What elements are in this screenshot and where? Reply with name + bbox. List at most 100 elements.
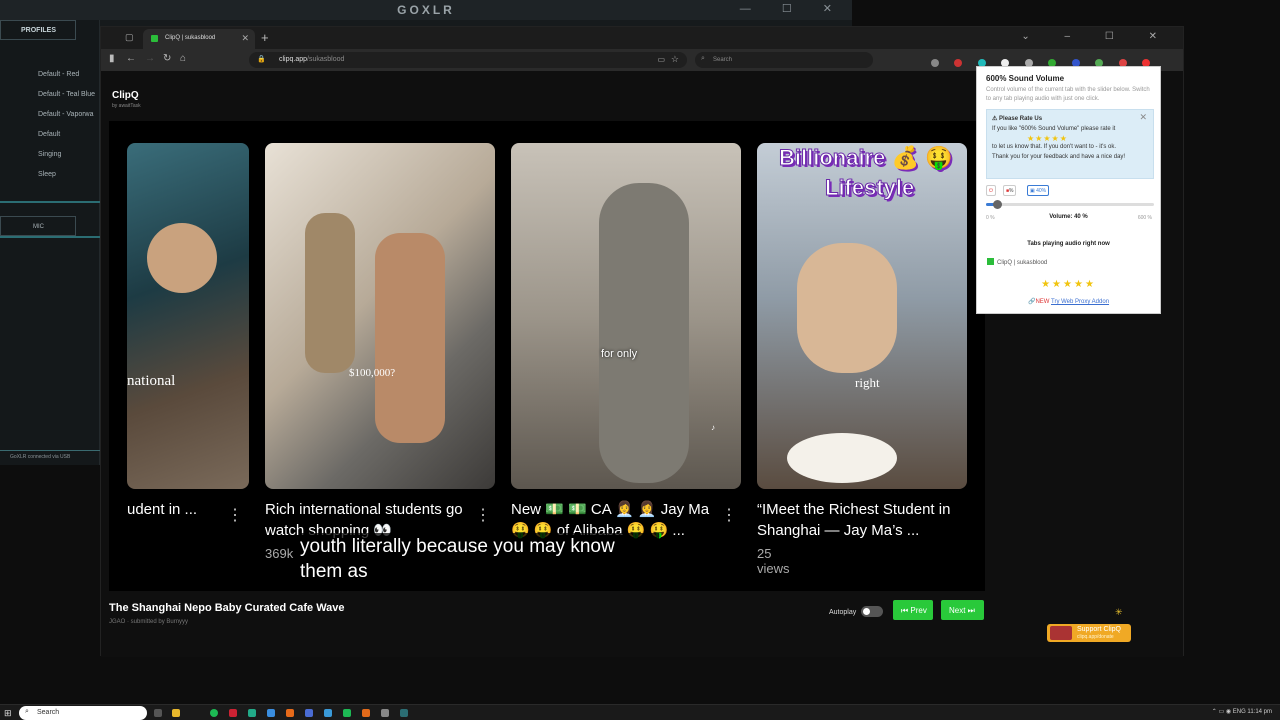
video-channel[interactable]: JGAO [109,619,125,625]
profile-item[interactable]: Default - Vaporwa [38,111,94,118]
power-icon[interactable]: ⏻ [986,185,996,196]
brand-title[interactable]: ClipQ [112,90,139,101]
app-icon[interactable] [305,709,313,717]
task-view-icon[interactable] [154,709,162,717]
profile-item[interactable]: Default - Red [38,71,79,78]
rating-stars[interactable]: ★★★★★ [977,279,1160,290]
reader-icon[interactable]: ▭ [657,55,665,64]
taskbar-search-label: Search [37,709,60,716]
goxlr-title: GOXLR [0,0,852,20]
tab-clipq[interactable]: ClipQ | sukasblood ✕ [143,29,255,49]
tab-title: ClipQ | sukasblood [165,35,216,41]
clipq-favicon-icon [987,258,994,265]
close-icon[interactable]: ✕ [1139,112,1147,122]
sound-volume-popup: 600% Sound Volume Control volume of the … [976,66,1161,314]
more-options-icon[interactable]: ⋮ [475,505,491,525]
video-thumbnail[interactable]: for only ♪ [511,143,741,489]
rating-stars[interactable]: ★★★★★ [1027,134,1068,144]
thumbnail-overlay-text: national [127,373,176,389]
sidebar-icon[interactable]: ▮ [109,53,115,64]
app-icon[interactable] [229,709,237,717]
taskbar: ⊞ ⌕ Search ⌃ ▭ ◉ ENG 11:14 pm [0,704,1280,720]
profile-item[interactable]: Sleep [38,171,56,178]
sparkle-icon: ✳ [1115,607,1123,617]
forward-icon[interactable]: → [145,53,155,64]
video-card-title[interactable]: “IMeet the Richest Student in Shanghai —… [757,499,962,541]
mute-button[interactable]: ■% [1003,185,1017,196]
prev-button[interactable]: ⏮ Prev [893,600,933,620]
thumbnail-figure [147,223,217,293]
autoplay-label: Autoplay [829,609,857,616]
back-icon[interactable]: ← [126,53,136,64]
search-bar[interactable]: ⌕ Search [695,52,873,68]
video-thumbnail[interactable]: $100,000? [265,143,495,489]
url-path: /sukasblood [307,56,345,63]
autoplay-toggle[interactable] [861,606,883,617]
video-thumbnail[interactable]: national [127,143,249,489]
extension-icon[interactable] [954,59,963,67]
home-icon[interactable]: ⌂ [180,53,186,64]
support-image-icon [1050,626,1072,640]
rate-text: Thank you for your feedback and have a n… [992,154,1126,160]
volume-slider-handle[interactable] [993,200,1003,209]
thumbnail-figure [599,183,689,483]
profiles-tab[interactable]: PROFILES [0,20,76,40]
clock[interactable]: 11:14 pm [1247,709,1272,715]
audio-tab-entry[interactable]: ClipQ | sukasblood [987,258,1047,266]
taskbar-search[interactable]: ⌕ Search [19,706,147,720]
more-options-icon[interactable]: ⋮ [227,505,243,525]
tab-list-icon[interactable]: ▢ [125,32,134,43]
app-icon[interactable] [381,709,389,717]
rate-title: ⚠ Please Rate Us [992,116,1043,122]
thumbnail-overlay-text: $100,000? [349,367,396,379]
video-thumbnail[interactable]: Billionaire 💰 🤑 Lifestyle right [757,143,967,489]
more-options-icon[interactable]: ⋮ [721,505,737,525]
url-domain: clipq.app [279,56,308,63]
proxy-addon-link[interactable]: 🔗NEW Try Web Proxy Addon [977,298,1160,305]
support-sublabel: clipq.app/donate [1077,634,1114,640]
app-icon[interactable] [324,709,332,717]
current-volume-button[interactable]: ▣ 40% [1027,185,1050,196]
popup-title: 600% Sound Volume [986,74,1065,83]
goxlr-app-icon[interactable] [400,709,408,717]
thumbnail-plate [787,433,897,483]
video-caption: youth literally because you may know the… [299,533,659,585]
thumbnail-figure [375,233,445,443]
video-card-title[interactable]: udent in ... [127,499,207,520]
app-icon[interactable] [362,709,370,717]
language-indicator[interactable]: ENG [1233,709,1246,715]
mic-tab[interactable]: MIC [0,216,76,236]
app-icon[interactable] [343,709,351,717]
rate-title-text: Please Rate Us [999,116,1043,122]
next-button[interactable]: Next ⏭ [941,600,984,620]
toggle-knob [863,608,870,615]
bookmark-star-icon[interactable]: ☆ [671,54,679,65]
windows-start-icon[interactable]: ⊞ [4,708,12,719]
url-bar[interactable]: 🔒 clipq.app/sukasblood ▭ ☆ [249,52,687,68]
support-label: Support ClipQ [1077,626,1121,633]
goxlr-window-controls[interactable]: — ☐ ✕ [740,2,846,15]
firefox-icon[interactable] [286,709,294,717]
library-icon[interactable] [931,59,939,67]
tab-bar: ▢ ClipQ | sukasblood ✕ + ⌄ – ☐ ✕ [101,27,1183,49]
new-tab-icon[interactable]: + [261,30,269,45]
support-clipq-button[interactable]: Support ClipQ clipq.app/donate [1047,624,1131,642]
profile-item[interactable]: Singing [38,151,61,158]
close-tab-icon[interactable]: ✕ [241,33,249,44]
window-controls[interactable]: ⌄ – ☐ ✕ [1021,31,1173,42]
file-explorer-icon[interactable] [172,709,180,717]
spotify-icon[interactable] [210,709,218,717]
rate-text: If you like "600% Sound Volume" please r… [992,126,1116,132]
app-icon[interactable] [248,709,256,717]
volume-slider[interactable] [986,200,1154,209]
video-submitter[interactable]: Burnyyy [166,619,188,625]
clipq-favicon-icon [151,35,158,42]
system-tray[interactable]: ⌃ ▭ ◉ ENG 11:14 pm [1212,708,1272,715]
video-title: The Shanghai Nepo Baby Curated Cafe Wave [109,602,345,614]
profile-item[interactable]: Default - Teal Blue [38,91,95,98]
video-player[interactable]: national udent in ... ⋮ $100,000? Rich i… [109,121,985,591]
goxlr-status: GoXLR connected via USB [0,450,100,464]
app-icon[interactable] [267,709,275,717]
reload-icon[interactable]: ↻ [163,53,171,64]
profile-item[interactable]: Default [38,131,60,138]
